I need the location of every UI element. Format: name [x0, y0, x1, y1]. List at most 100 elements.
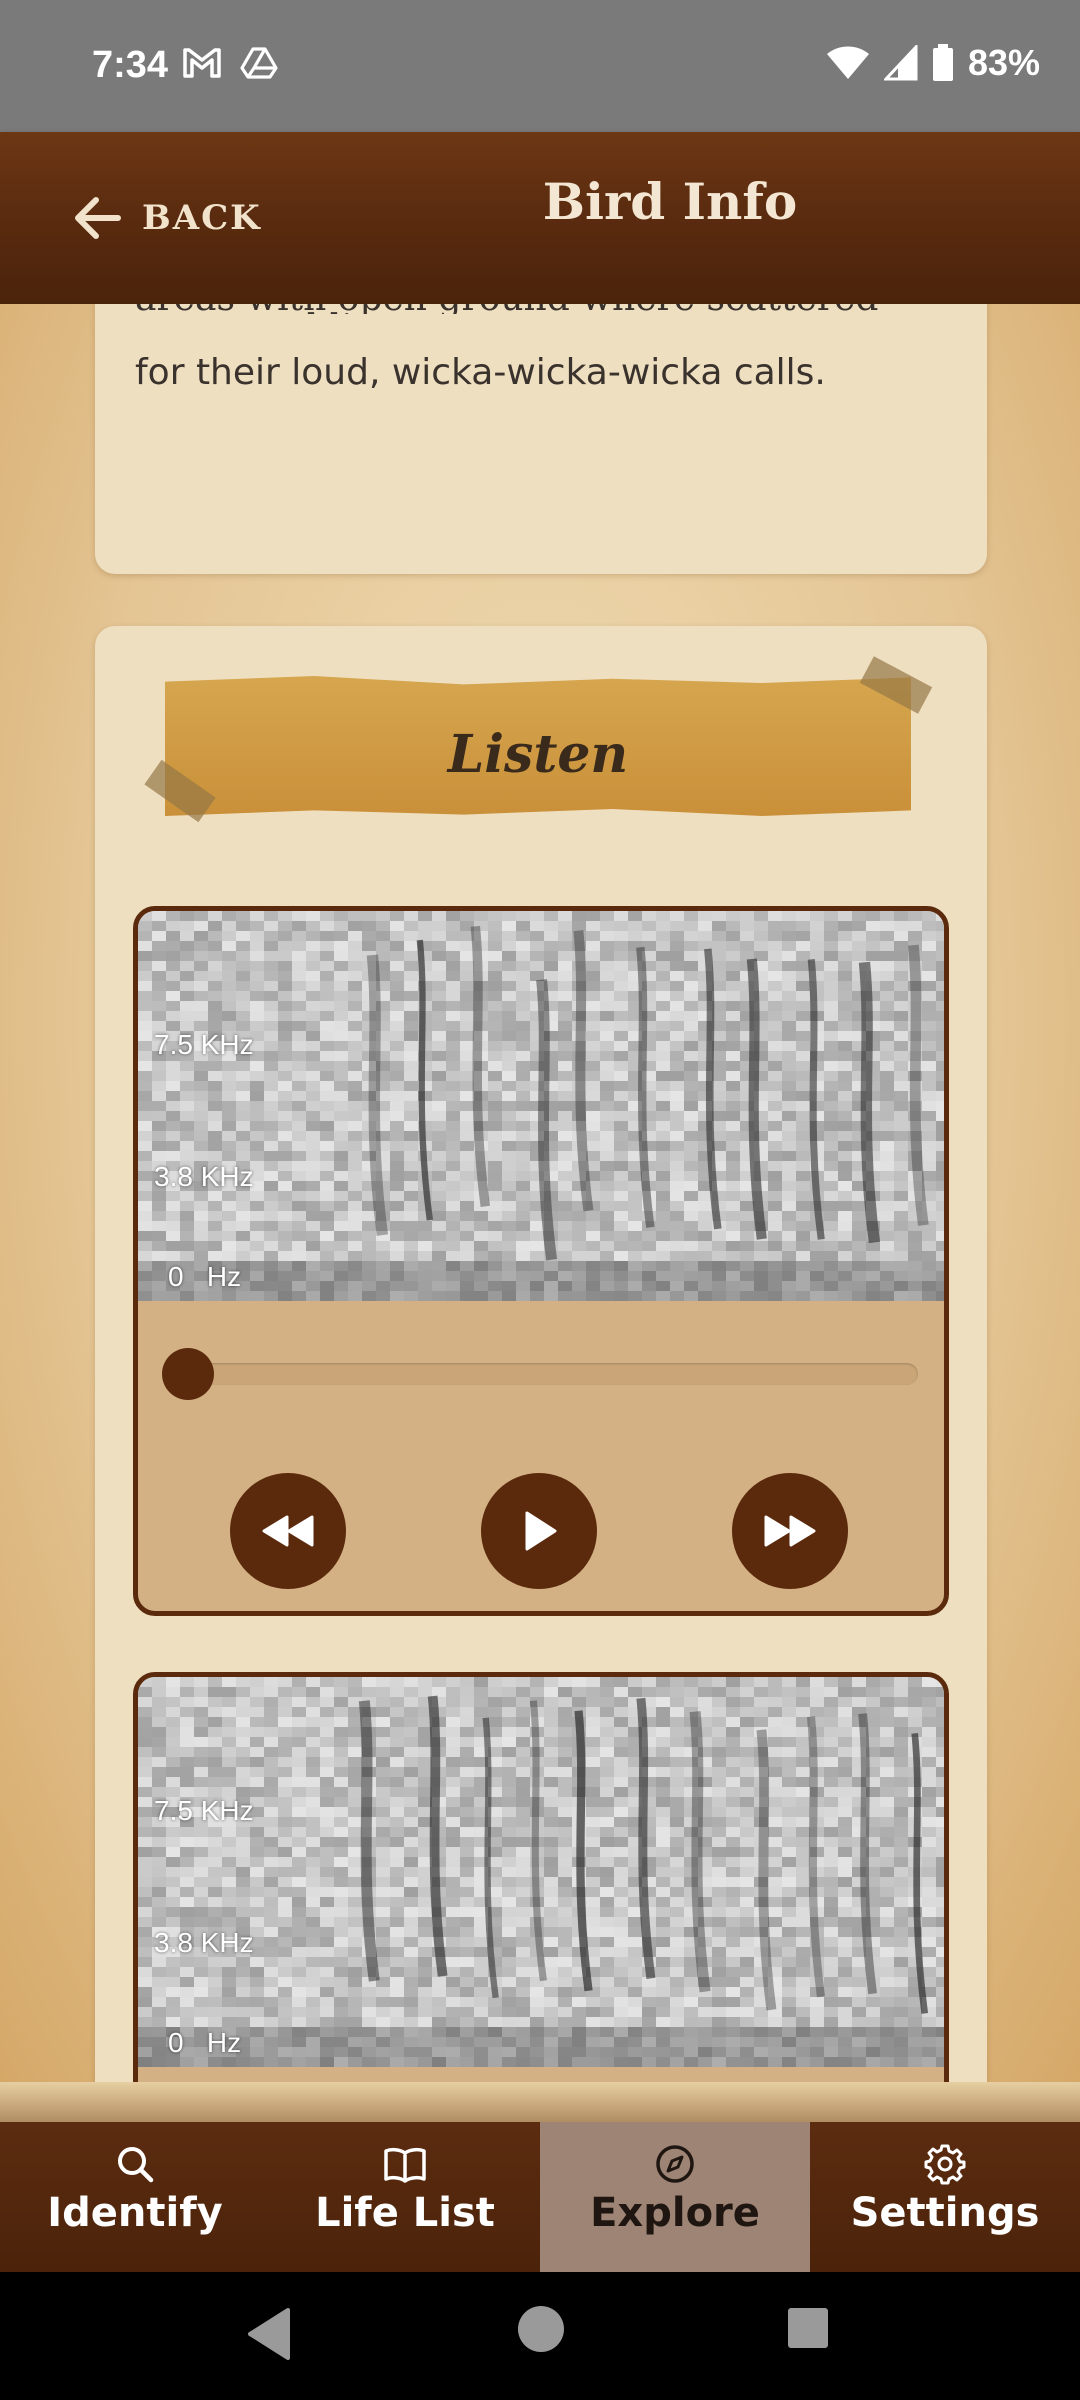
spectrogram-noise [502, 1997, 516, 2007]
spectrogram-noise [936, 1211, 944, 1221]
spectrogram-noise [558, 971, 572, 981]
seek-thumb[interactable] [162, 1348, 214, 1400]
spectrogram-noise [138, 1061, 152, 1071]
spectrogram-noise [320, 1797, 334, 1807]
spectrogram-noise [782, 1191, 796, 1201]
drive-icon [240, 47, 278, 79]
spectrogram-noise [418, 1927, 432, 1937]
spectrogram-noise [236, 1777, 250, 1787]
spectrogram-noise [446, 1001, 460, 1011]
spectrogram-noise [684, 1677, 698, 1687]
nav-item-identify[interactable]: Identify [0, 2122, 270, 2272]
fast-forward-button[interactable] [732, 1473, 848, 1589]
description-text: for their loud, wicka-wicka-wicka calls. [135, 352, 826, 393]
spectrogram-noise [208, 1071, 222, 1081]
spectrogram-noise [852, 1997, 866, 2007]
spectrogram-noise [348, 1061, 362, 1071]
spectrogram-noise [446, 1191, 460, 1201]
spectrogram-noise [712, 1957, 726, 1967]
spectrogram-noise [838, 931, 852, 941]
spectrogram-noise [306, 1081, 320, 1091]
spectrogram-noise [250, 1677, 264, 1687]
spectrogram-noise [404, 961, 418, 971]
spectrogram-noise [390, 1957, 404, 1967]
spectrogram-noise [502, 941, 516, 951]
spectrogram-noise [516, 1867, 530, 1877]
spectrogram-noise [908, 1687, 922, 1697]
spectrogram-noise [446, 1917, 460, 1927]
seek-bar[interactable] [188, 1363, 918, 1385]
spectrogram-noise [250, 1151, 264, 1161]
nav-item-settings[interactable]: Settings [810, 2122, 1080, 2272]
spectrogram-noise [740, 1947, 754, 1957]
spectrogram-noise [600, 1767, 614, 1777]
system-recents-button[interactable] [786, 2306, 830, 2350]
spectrogram-noise [502, 921, 516, 931]
spectrogram-noise [390, 1897, 404, 1907]
spectrogram-noise [278, 1897, 292, 1907]
spectrogram-noise [390, 1927, 404, 1937]
spectrogram-noise [922, 1947, 936, 1957]
spectrogram-noise [278, 2007, 292, 2017]
back-button[interactable]: BACK [72, 178, 262, 258]
spectrogram-noise [936, 1817, 944, 1827]
spectrogram-noise [292, 1947, 306, 1957]
spectrogram-noise [796, 1021, 810, 1031]
spectrogram-noise [600, 1717, 614, 1727]
spectrogram-noise [460, 1957, 474, 1967]
spectrogram-noise [670, 1977, 684, 1987]
spectrogram-noise [782, 1827, 796, 1837]
spectrogram-noise [656, 1787, 670, 1797]
spectrogram-noise [334, 1967, 348, 1977]
content-scroll[interactable]: areas with open ground where scattered t… [0, 304, 1080, 2082]
spectrogram-noise [698, 2007, 712, 2017]
spectrogram-noise [376, 1767, 390, 1777]
spectrogram-noise [180, 1837, 194, 1847]
spectrogram-noise [418, 1221, 432, 1231]
spectrogram-noise [782, 1937, 796, 1947]
spectrogram-noise [600, 981, 614, 991]
rewind-button[interactable] [230, 1473, 346, 1589]
spectrogram-noise [656, 1241, 670, 1251]
description-cutoff-text: areas with open ground where scattered t… [135, 304, 947, 314]
spectrogram-noise [544, 1717, 558, 1727]
spectrogram-noise [180, 1747, 194, 1757]
system-home-button[interactable] [516, 2304, 566, 2354]
spectrogram-noise [754, 931, 768, 941]
system-back-button[interactable] [244, 2306, 294, 2362]
spectrogram-noise [250, 1987, 264, 1997]
spectrogram-noise [502, 1967, 516, 1977]
spectrogram-noise [138, 951, 152, 961]
spectrogram-noise [922, 1757, 936, 1767]
spectrogram-noise [138, 991, 152, 1001]
spectrogram-noise [460, 2017, 474, 2027]
spectrogram-noise [404, 1787, 418, 1797]
spectrogram-noise [306, 981, 320, 991]
spectrogram-noise [810, 921, 824, 931]
spectrogram-noise [558, 1797, 572, 1807]
nav-item-life-list[interactable]: Life List [270, 2122, 540, 2272]
spectrogram-noise [278, 1161, 292, 1171]
spectrogram-noise [348, 1967, 362, 1977]
spectrogram-noise [502, 1071, 516, 1081]
spectrogram-noise [782, 1727, 796, 1737]
spectrogram-noise [250, 1897, 264, 1907]
spectrogram-noise [740, 1897, 754, 1907]
spectrogram-noise [600, 1131, 614, 1141]
nav-item-explore[interactable]: Explore [540, 2122, 810, 2272]
spectrogram-noise [166, 1141, 180, 1151]
spectrogram-noise [306, 2017, 320, 2027]
spectrogram-noise [138, 1787, 152, 1797]
spectrogram-noise [880, 991, 894, 1001]
spectrogram-noise [656, 1967, 670, 1977]
spectrogram-noise [922, 1837, 936, 1847]
play-button[interactable] [481, 1473, 597, 1589]
spectrogram-noise [656, 971, 670, 981]
spectrogram-noise [138, 1241, 152, 1251]
spectrogram-noise [208, 1837, 222, 1847]
spectrogram-noise [530, 1221, 544, 1231]
spectrogram-noise [208, 1697, 222, 1707]
spectrogram-noise [516, 1241, 530, 1251]
spectrogram-noise [782, 1051, 796, 1061]
spectrogram-noise [194, 1917, 208, 1927]
